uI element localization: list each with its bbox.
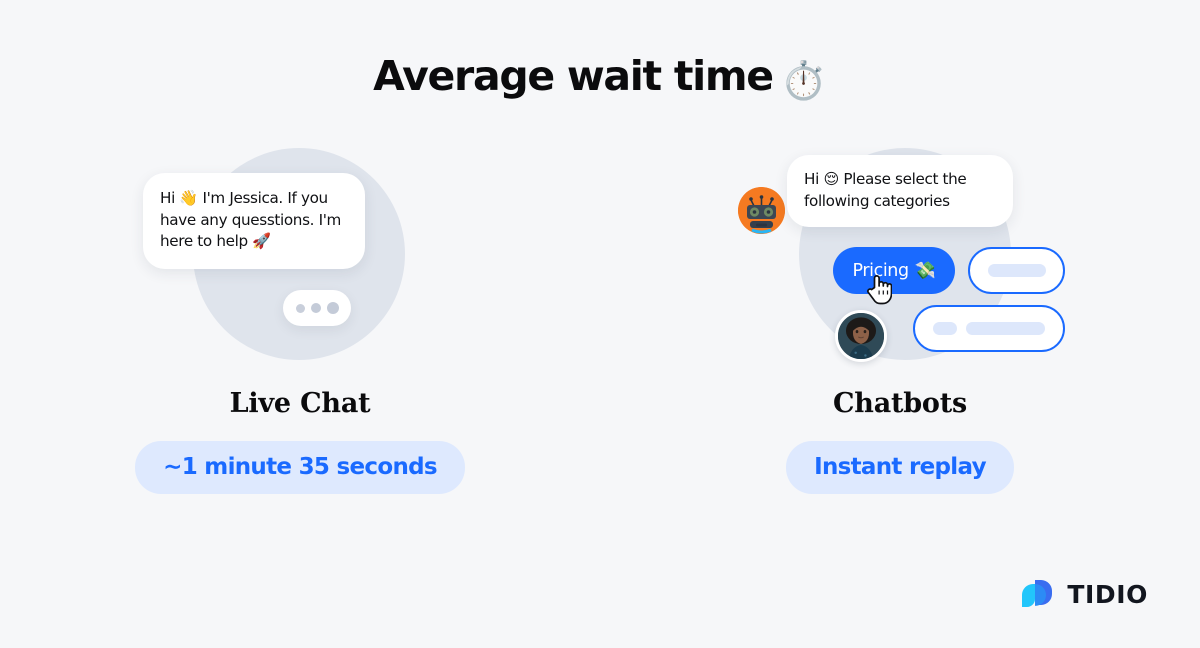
placeholder-bar [933,322,957,335]
robot-avatar [738,187,785,234]
column-label-chatbots: Chatbots [832,388,968,419]
page-title-text: Average wait time [373,52,774,100]
tidio-logo-icon [1022,580,1053,607]
agent-message-text: Hi 👋 I'm Jessica. If you have any quesst… [160,189,341,251]
money-emoji: 💸 [914,260,936,281]
placeholder-bar [966,322,1045,335]
quick-reply-pricing-label: Pricing [852,260,910,281]
typing-indicator [283,290,351,326]
agent-message-bubble: Hi 👋 I'm Jessica. If you have any quesst… [143,173,365,269]
quick-reply-placeholder-2[interactable] [913,305,1065,352]
stopwatch-icon: ⏱️ [780,59,827,102]
quick-reply-placeholder-1[interactable] [968,247,1065,294]
typing-dot [310,303,321,313]
page-title: Average wait time ⏱️ [0,52,1200,103]
typing-dot [295,303,305,313]
typing-dot [326,302,339,314]
column-live-chat: Hi 👋 I'm Jessica. If you have any quesst… [0,135,600,494]
person-portrait-icon [838,313,884,359]
column-chatbots: Hi 😌 Please select the following categor… [600,135,1200,494]
comparison-columns: Hi 👋 I'm Jessica. If you have any quesst… [0,135,1200,494]
live-chat-illustration: Hi 👋 I'm Jessica. If you have any quesst… [135,135,465,365]
placeholder-bar [987,264,1046,277]
bot-message-text: Hi 😌 Please select the following categor… [804,170,967,210]
person-avatar [835,310,887,362]
wait-time-badge-chatbots: Instant replay [786,441,1014,494]
quick-reply-pricing[interactable]: Pricing 💸 [833,247,955,294]
column-label-live-chat: Live Chat [229,388,371,419]
bot-message-bubble: Hi 😌 Please select the following categor… [787,155,1013,228]
wait-time-badge-live-chat: ∼1 minute 35 seconds [135,441,465,494]
robot-icon [738,187,785,234]
chatbot-illustration: Hi 😌 Please select the following categor… [735,135,1065,365]
tidio-logo: TIDIO [1020,577,1148,611]
tidio-logo-text: TIDIO [1067,579,1148,609]
